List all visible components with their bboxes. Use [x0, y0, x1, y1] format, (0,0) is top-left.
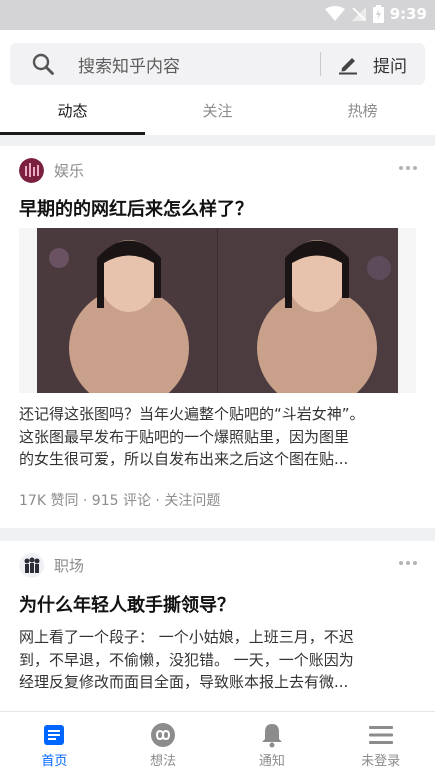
excerpt-line: 经理反复修改而面目全面，导致账本报上去有微... [19, 673, 349, 691]
bell-icon [259, 722, 285, 748]
pencil-icon [337, 53, 359, 75]
topic-avatar [19, 158, 44, 183]
topic-name: 职场 [54, 557, 85, 575]
nav-label: 未登录 [361, 754, 401, 769]
excerpt-line: 网上看了一个段子： 一个小姑娘，上班三月，不迟 [19, 628, 354, 646]
tab-hot[interactable]: 热榜 [290, 93, 435, 135]
excerpt-line: 的女生很可爱，所以自发布出来之后这个图在贴... [19, 450, 349, 468]
feed-card[interactable]: 职场 为什么年轻人敢手撕领导？ 网上看了一个段子： 一个小姑娘，上班三月，不迟 … [0, 541, 435, 711]
topic-avatar [19, 553, 44, 578]
answer-meta: 17K 赞同 · 915 评论 · 关注问题 [19, 493, 221, 509]
tab-dynamic[interactable]: 动态 [0, 93, 145, 135]
question-title[interactable]: 为什么年轻人敢手撕领导？ [19, 591, 235, 617]
answer-excerpt[interactable]: 网上看了一个段子： 一个小姑娘，上班三月，不迟 到，不早退，不偷懒，没犯错。 一… [19, 626, 419, 694]
more-options-icon[interactable] [399, 166, 417, 170]
nav-label: 首页 [41, 754, 68, 769]
header: 搜索知乎内容 提问 动态 关注 热榜 [0, 30, 435, 135]
status-icons: 9:39 [324, 5, 427, 23]
topic-name: 娱乐 [54, 162, 85, 180]
feed-card[interactable]: 娱乐 早期的的网红后来怎么样了？ 还记得这张图吗？当年火遍整个贴吧的“斗岩女神”… [0, 146, 435, 528]
nav-profile[interactable]: 未登录 [326, 712, 435, 773]
excerpt-line: 到，不早退，不偷懒，没犯错。 一天，一个账因为 [19, 650, 354, 669]
ask-button[interactable]: 提问 [337, 52, 407, 77]
divider [320, 52, 321, 76]
search-bar[interactable]: 搜索知乎内容 提问 [10, 43, 425, 85]
nav-home[interactable]: 首页 [0, 712, 109, 773]
answer-excerpt[interactable]: 还记得这张图吗？当年火遍整个贴吧的“斗岩女神”。 这张图最早发布于贴吧的一个爆照… [19, 403, 419, 471]
feed-tabs: 动态 关注 热榜 [0, 93, 435, 135]
clock: 9:39 [389, 5, 427, 23]
ideas-icon [150, 722, 176, 748]
tab-following[interactable]: 关注 [145, 93, 290, 135]
bottom-navigation: 首页 想法 通知 未登录 [0, 711, 435, 773]
excerpt-line: 还记得这张图吗？当年火遍整个贴吧的“斗岩女神”。 [19, 405, 365, 423]
excerpt-line: 这张图最早发布于贴吧的一个爆照贴里，因为图里 [19, 427, 350, 446]
status-bar: 9:39 [0, 0, 435, 30]
nav-label: 想法 [150, 754, 177, 769]
nav-ideas[interactable]: 想法 [109, 712, 218, 773]
topic-row[interactable]: 职场 [19, 553, 84, 578]
topic-row[interactable]: 娱乐 [19, 158, 84, 183]
battery-icon [372, 5, 384, 23]
ask-label: 提问 [373, 56, 407, 77]
search-input[interactable]: 搜索知乎内容 [78, 52, 320, 77]
home-icon [41, 722, 67, 748]
menu-icon [368, 722, 394, 748]
nav-notifications[interactable]: 通知 [218, 712, 327, 773]
more-options-icon[interactable] [399, 561, 417, 565]
wifi-icon [324, 6, 345, 22]
search-icon [32, 52, 56, 76]
no-signal-icon [351, 6, 367, 22]
question-title[interactable]: 早期的的网红后来怎么样了？ [19, 195, 253, 221]
nav-label: 通知 [258, 754, 285, 769]
answer-image[interactable] [19, 228, 416, 393]
